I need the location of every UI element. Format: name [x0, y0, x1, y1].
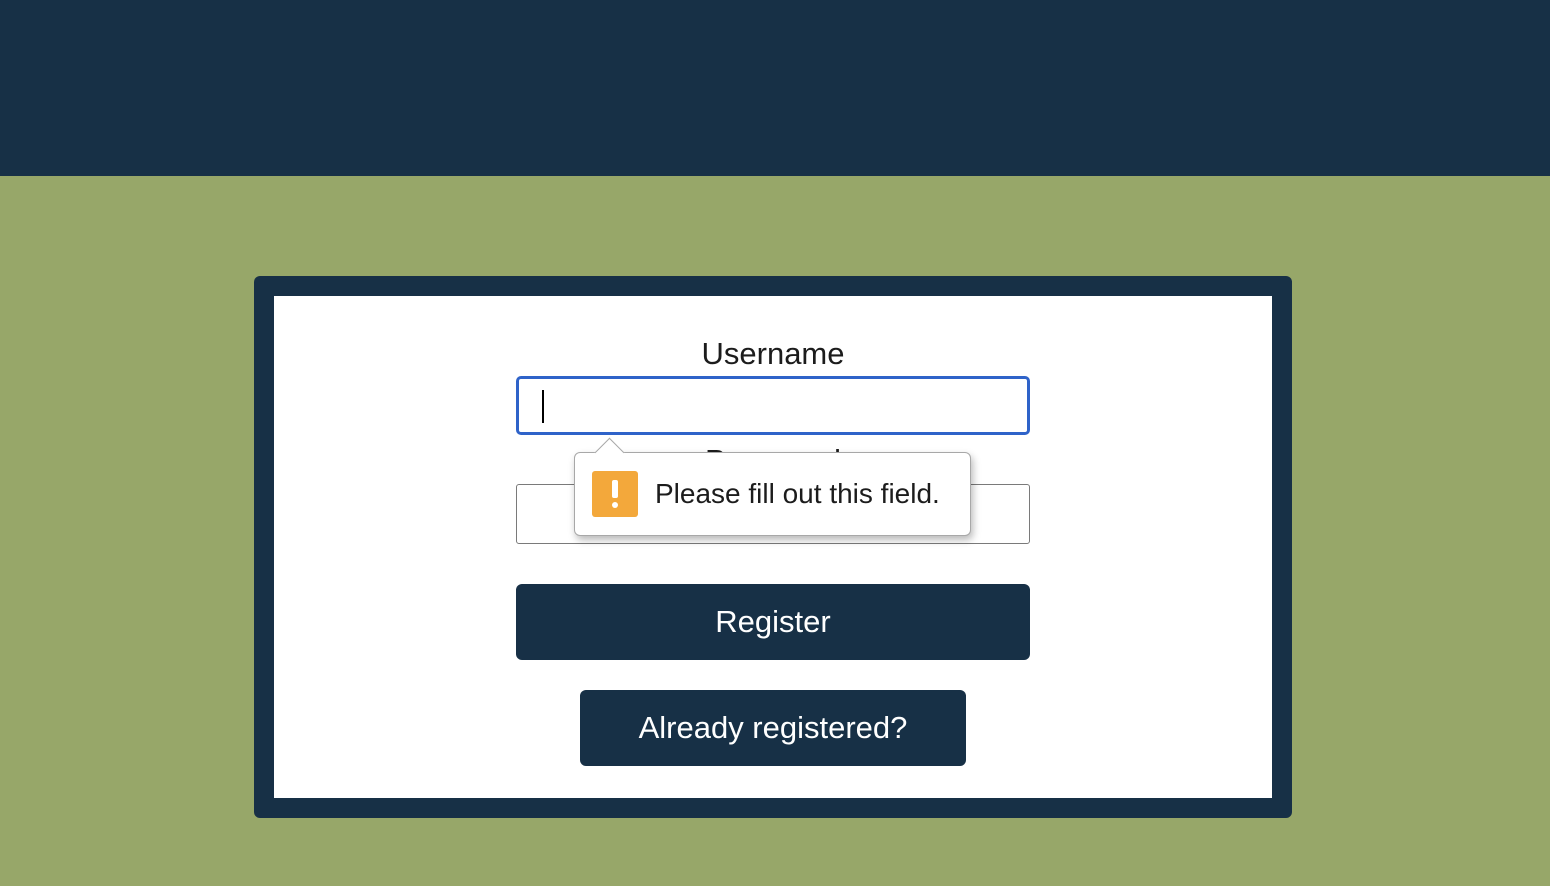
register-card: Username Password Register Already regis… — [254, 276, 1292, 818]
username-label: Username — [701, 336, 845, 371]
register-button[interactable]: Register — [516, 584, 1030, 660]
validation-message: Please fill out this field. — [655, 478, 940, 509]
validation-tooltip: Please fill out this field. — [574, 437, 971, 536]
username-input[interactable] — [516, 376, 1030, 435]
register-form: Username Password Register Already regis… — [274, 296, 1272, 798]
top-header-bar — [0, 0, 1550, 176]
warning-icon — [592, 471, 638, 517]
text-caret — [542, 390, 544, 423]
already-registered-button[interactable]: Already registered? — [580, 690, 966, 766]
